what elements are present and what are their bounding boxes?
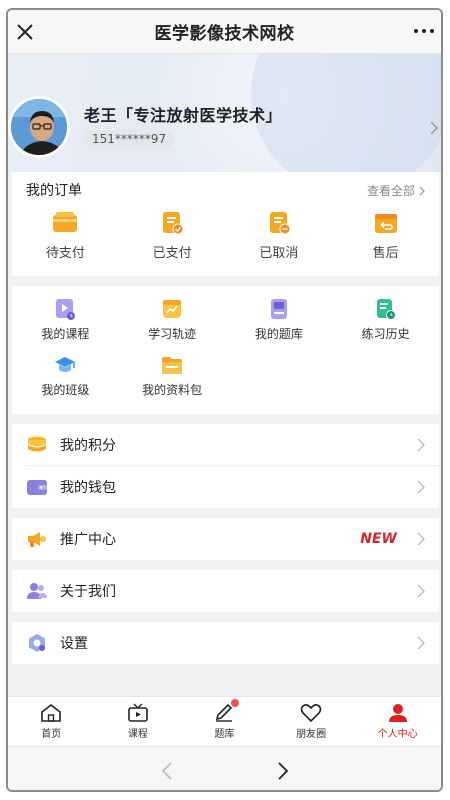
tab-label: 个人中心	[377, 729, 418, 740]
coins-icon	[28, 436, 46, 452]
order-pending-payment[interactable]: 待支付	[12, 210, 119, 261]
avatar[interactable]	[8, 96, 70, 158]
browser-nav-bar	[8, 746, 441, 790]
profile-header[interactable]: 老王「专注放射医学技术」 151******97	[8, 54, 441, 172]
user-phone: 151******97	[84, 130, 175, 148]
new-badge: NEW	[360, 531, 397, 547]
my-wallet-item[interactable]: 我的钱包	[12, 466, 439, 508]
view-all-label: 查看全部	[366, 184, 415, 198]
heart-icon	[300, 704, 322, 723]
person-icon	[388, 704, 407, 722]
tool-label: 我的课程	[41, 327, 90, 341]
about-list: 关于我们	[12, 570, 439, 612]
my-points-label: 我的积分	[60, 438, 116, 454]
settings-gear-icon	[29, 634, 45, 652]
my-class-item[interactable]: 我的班级	[12, 354, 119, 398]
folder-icon	[162, 357, 183, 374]
cancelled-receipt-icon	[269, 212, 291, 235]
more-icon[interactable]	[413, 24, 435, 38]
orders-title: 我的订单	[26, 183, 82, 199]
tab-courses[interactable]: 课程	[95, 697, 182, 746]
chevron-right-icon	[417, 584, 425, 598]
chevron-right-icon[interactable]	[429, 120, 439, 136]
course-icon	[56, 299, 76, 320]
tab-personal-center[interactable]: 个人中心	[354, 697, 441, 746]
user-name: 老王「专注放射医学技术」	[84, 106, 283, 125]
tab-label: 题库	[214, 729, 235, 740]
practice-history-item[interactable]: 练习历史	[332, 298, 439, 342]
app-frame: 医学影像技术网校 老王「专注放射医学技术」 151******97 我的订单 查…	[6, 8, 443, 792]
my-points-item[interactable]: 我的积分	[12, 424, 439, 466]
close-icon[interactable]	[14, 21, 36, 43]
order-status-label: 已取消	[259, 246, 299, 261]
promotion-center-label: 推广中心	[60, 532, 116, 548]
account-list: 我的积分 我的钱包	[12, 424, 439, 508]
tab-label: 课程	[127, 729, 148, 740]
trend-icon	[163, 300, 182, 318]
wallet-icon	[53, 212, 78, 232]
settings-item[interactable]: 设置	[12, 622, 439, 664]
tv-icon	[128, 703, 148, 722]
history-icon	[376, 299, 396, 320]
graduation-cap-icon	[55, 357, 76, 372]
chevron-right-icon	[417, 438, 425, 452]
chevron-right-icon	[417, 532, 425, 546]
forward-arrow-icon[interactable]	[276, 761, 290, 781]
window-title: 医学影像技术网校	[154, 24, 295, 44]
home-icon	[41, 703, 62, 722]
notification-dot	[231, 699, 240, 707]
tool-label: 我的题库	[254, 327, 303, 341]
about-us-label: 关于我们	[60, 584, 116, 600]
chevron-right-icon	[419, 186, 425, 195]
chevron-right-icon	[417, 636, 425, 650]
my-wallet-label: 我的钱包	[60, 480, 116, 496]
order-status-label: 售后	[372, 246, 399, 261]
tool-label: 练习历史	[361, 327, 410, 341]
tab-home[interactable]: 首页	[8, 697, 95, 746]
tab-question-bank[interactable]: 题库	[181, 697, 268, 746]
view-all-orders-link[interactable]: 查看全部	[367, 182, 425, 199]
order-status-label: 待支付	[45, 246, 85, 261]
my-materials-item[interactable]: 我的资料包	[119, 354, 226, 398]
tool-label: 我的班级	[41, 383, 90, 397]
tab-label: 朋友圈	[296, 729, 327, 740]
users-icon	[27, 583, 47, 599]
megaphone-icon	[28, 532, 46, 547]
title-bar: 医学影像技术网校	[8, 10, 441, 54]
bottom-tab-bar: 首页 课程 题库 朋友圈 个人中心	[8, 696, 441, 746]
order-status-label: 已支付	[152, 246, 192, 261]
promotion-center-item[interactable]: 推广中心 NEW	[12, 518, 439, 560]
wallet-icon	[27, 480, 47, 495]
settings-list: 设置	[12, 622, 439, 664]
settings-label: 设置	[60, 636, 88, 652]
question-bank-icon	[270, 299, 287, 319]
orders-card: 我的订单 查看全部 待支付 已支付 已取消 售后	[12, 172, 439, 276]
learning-track-item[interactable]: 学习轨迹	[119, 298, 226, 342]
tab-label: 首页	[41, 729, 62, 740]
order-after-sales[interactable]: 售后	[332, 210, 439, 261]
order-cancelled[interactable]: 已取消	[226, 210, 333, 261]
learning-tools-card: 我的课程 学习轨迹 我的题库 练习历史 我的班级 我的资料包	[12, 286, 439, 414]
order-status-row: 待支付 已支付 已取消 售后	[12, 210, 439, 261]
return-box-icon	[374, 214, 397, 233]
chevron-right-icon	[417, 480, 425, 494]
back-arrow-icon[interactable]	[160, 761, 174, 781]
my-courses-item[interactable]: 我的课程	[12, 298, 119, 342]
order-paid[interactable]: 已支付	[119, 210, 226, 261]
my-question-bank-item[interactable]: 我的题库	[226, 298, 333, 342]
promo-list: 推广中心 NEW	[12, 518, 439, 560]
tools-grid: 我的课程 学习轨迹 我的题库 练习历史 我的班级 我的资料包	[12, 298, 439, 398]
tool-label: 学习轨迹	[148, 327, 197, 341]
tool-label: 我的资料包	[142, 383, 203, 397]
about-us-item[interactable]: 关于我们	[12, 570, 439, 612]
paid-receipt-icon	[163, 212, 184, 235]
tab-friends-circle[interactable]: 朋友圈	[268, 697, 355, 746]
